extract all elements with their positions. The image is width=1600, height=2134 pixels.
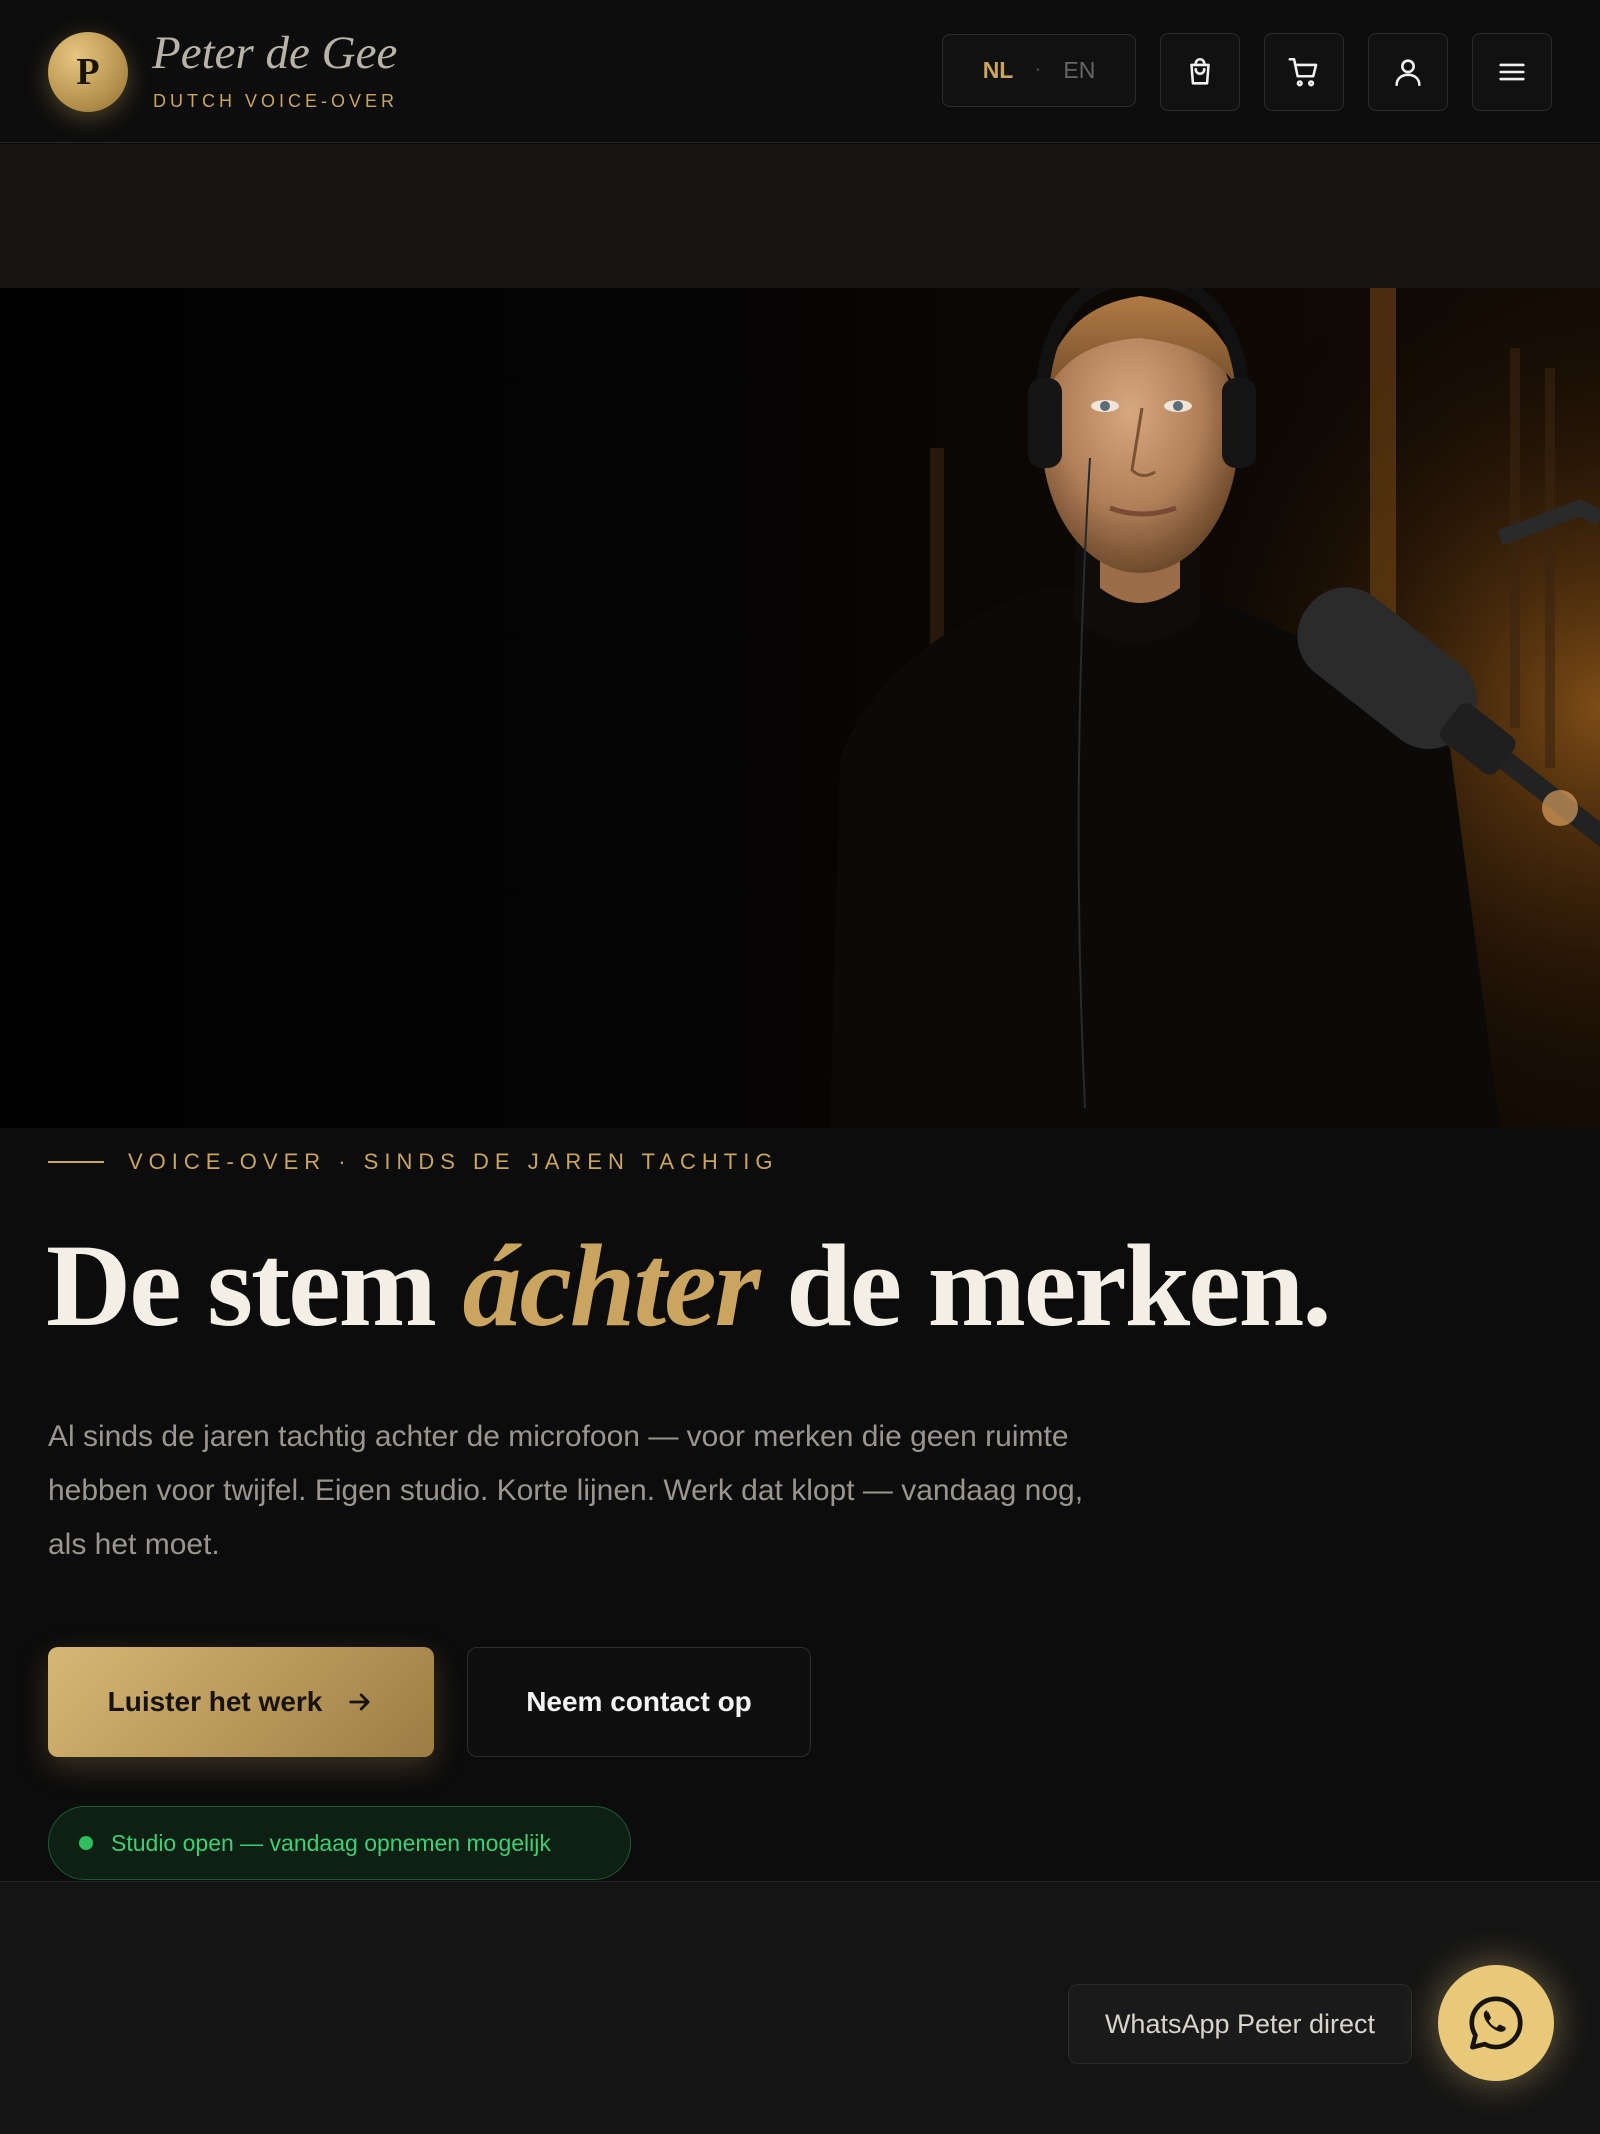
header-spacer-band (0, 144, 1600, 288)
listen-work-label: Luister het werk (107, 1686, 323, 1717)
hero-portrait-image (0, 288, 1600, 1128)
language-switcher: NL · EN (942, 34, 1136, 107)
whatsapp-icon (1469, 1996, 1523, 2050)
user-icon (1395, 59, 1421, 87)
hero-eyebrow: VOICE-OVER · SINDS DE JAREN TACHTIG (128, 1149, 779, 1174)
site-header: P Peter de Gee DUTCH VOICE-OVER NL · EN (0, 0, 1600, 143)
eyebrow-divider (48, 1161, 104, 1163)
listen-work-button[interactable]: Luister het werk (48, 1647, 434, 1757)
cart-icon (1288, 57, 1318, 87)
logo-badge[interactable]: P (48, 32, 128, 112)
voice-artist-portrait (0, 288, 1600, 1128)
menu-button[interactable] (1472, 33, 1552, 111)
shopping-bag-icon (1190, 57, 1210, 85)
status-text: Studio open — vandaag opnemen mogelijk (111, 1829, 551, 1856)
status-dot-icon (79, 1836, 93, 1850)
headline-part-2: de merken. (758, 1220, 1332, 1351)
account-button[interactable] (1368, 33, 1448, 111)
contact-button[interactable]: Neem contact op (467, 1647, 811, 1757)
whatsapp-label-text: WhatsApp Peter direct (1104, 2008, 1376, 2039)
lang-separator: · (1035, 60, 1042, 80)
arrow-right-icon (349, 1693, 370, 1711)
hero-headline: De stem áchter de merken. (46, 1218, 1332, 1354)
lang-nl-option[interactable]: NL (983, 57, 1014, 84)
menu-icon (1499, 63, 1525, 81)
contact-label: Neem contact op (526, 1686, 752, 1717)
brand-name[interactable]: Peter de Gee (152, 26, 397, 80)
brand-tagline: DUTCH VOICE-OVER (153, 91, 399, 111)
studio-status-badge: Studio open — vandaag opnemen mogelijk (48, 1806, 631, 1880)
hero-lead-text: Al sinds de jaren tachtig achter de micr… (48, 1420, 1084, 1561)
headline-accent: áchter (462, 1220, 760, 1351)
cart-button[interactable] (1264, 33, 1344, 111)
whatsapp-button[interactable] (1438, 1965, 1554, 2081)
whatsapp-label[interactable]: WhatsApp Peter direct (1068, 1984, 1412, 2064)
shopping-bag-button[interactable] (1160, 33, 1240, 111)
lang-en-option[interactable]: EN (1063, 57, 1095, 84)
headline-part-1: De stem (46, 1220, 463, 1351)
